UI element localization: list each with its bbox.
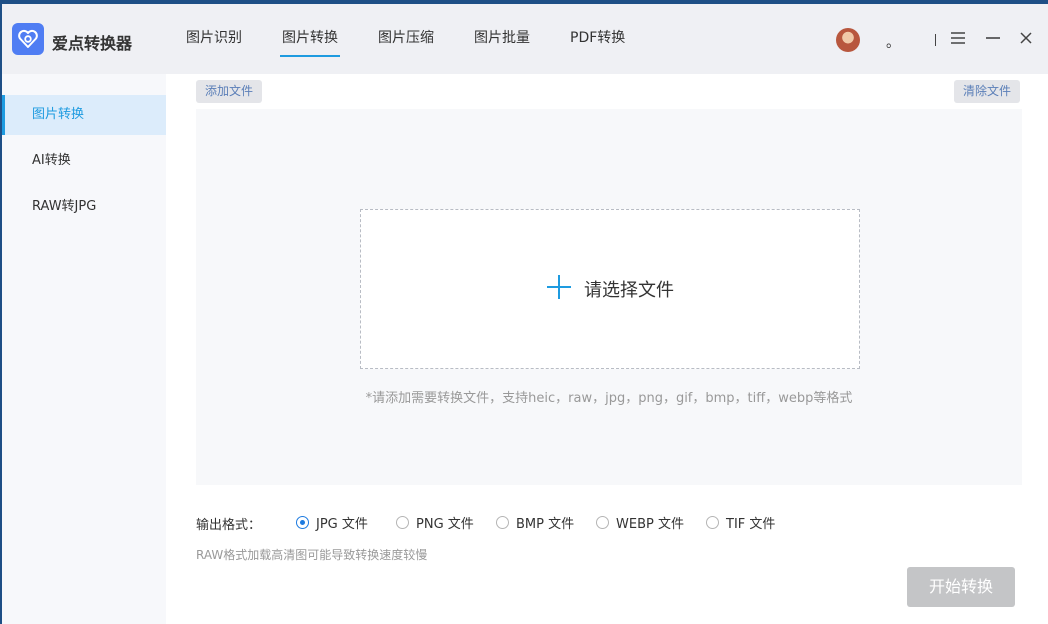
format-option-webp[interactable]: WEBP 文件 — [596, 513, 684, 532]
file-drop-area: 请选择文件 *请添加需要转换文件，支持heic，raw，jpg，png，gif，… — [196, 109, 1022, 485]
add-file-button[interactable]: 添加文件 — [196, 80, 263, 103]
close-icon[interactable] — [1016, 28, 1036, 48]
radio-tif[interactable] — [706, 516, 719, 529]
sidebar: 图片转换 AI转换 RAW转JPG — [2, 74, 166, 624]
supported-formats-hint: *请添加需要转换文件，支持heic，raw，jpg，png，gif，bmp，ti… — [365, 391, 853, 406]
title-divider — [935, 34, 936, 46]
tab-image-compress[interactable]: 图片压缩 — [378, 4, 434, 74]
user-name[interactable]: 。 — [886, 32, 900, 52]
format-option-tif[interactable]: TIF 文件 — [706, 513, 775, 532]
select-file-label: 请选择文件 — [584, 280, 674, 301]
minimize-icon[interactable] — [983, 28, 1003, 48]
format-option-bmp[interactable]: BMP 文件 — [496, 513, 574, 532]
format-option-label: JPG 文件 — [316, 517, 368, 532]
sidebar-item-ai-convert[interactable]: AI转换 — [2, 141, 166, 181]
title-bar: 爱点转换器 图片识别 图片转换 图片压缩 图片批量 PDF转换 。 — [2, 4, 1048, 74]
app-window: 爱点转换器 图片识别 图片转换 图片压缩 图片批量 PDF转换 。 图片转换 A… — [2, 4, 1048, 624]
tab-pdf-convert[interactable]: PDF转换 — [570, 4, 625, 74]
plus-icon — [546, 274, 572, 304]
radio-jpg[interactable] — [296, 516, 309, 529]
radio-bmp[interactable] — [496, 516, 509, 529]
tab-image-batch[interactable]: 图片批量 — [474, 4, 530, 74]
raw-speed-note: RAW格式加载高清图可能导致转换速度较慢 — [196, 548, 428, 562]
app-logo-icon — [12, 23, 44, 55]
format-option-jpg[interactable]: JPG 文件 — [296, 513, 368, 532]
tab-image-convert[interactable]: 图片转换 — [280, 4, 340, 74]
format-option-label: PNG 文件 — [416, 517, 474, 532]
tab-image-recognition[interactable]: 图片识别 — [186, 4, 242, 74]
clear-files-button[interactable]: 清除文件 — [954, 80, 1021, 103]
app-name: 爱点转换器 — [52, 34, 133, 53]
select-file-box[interactable]: 请选择文件 — [360, 209, 860, 369]
menu-icon[interactable] — [948, 28, 968, 48]
output-format-label: 输出格式： — [196, 518, 262, 533]
sidebar-item-raw-to-jpg[interactable]: RAW转JPG — [2, 187, 166, 227]
format-option-label: BMP 文件 — [516, 517, 575, 532]
start-convert-button[interactable]: 开始转换 — [907, 567, 1015, 607]
radio-webp[interactable] — [596, 516, 609, 529]
top-nav: 图片识别 图片转换 图片压缩 图片批量 PDF转换 — [186, 4, 665, 74]
format-option-png[interactable]: PNG 文件 — [396, 513, 474, 532]
radio-png[interactable] — [396, 516, 409, 529]
format-option-label: TIF 文件 — [726, 517, 776, 532]
sidebar-item-image-convert[interactable]: 图片转换 — [2, 95, 166, 135]
user-avatar[interactable] — [836, 28, 860, 52]
format-option-label: WEBP 文件 — [616, 517, 684, 532]
